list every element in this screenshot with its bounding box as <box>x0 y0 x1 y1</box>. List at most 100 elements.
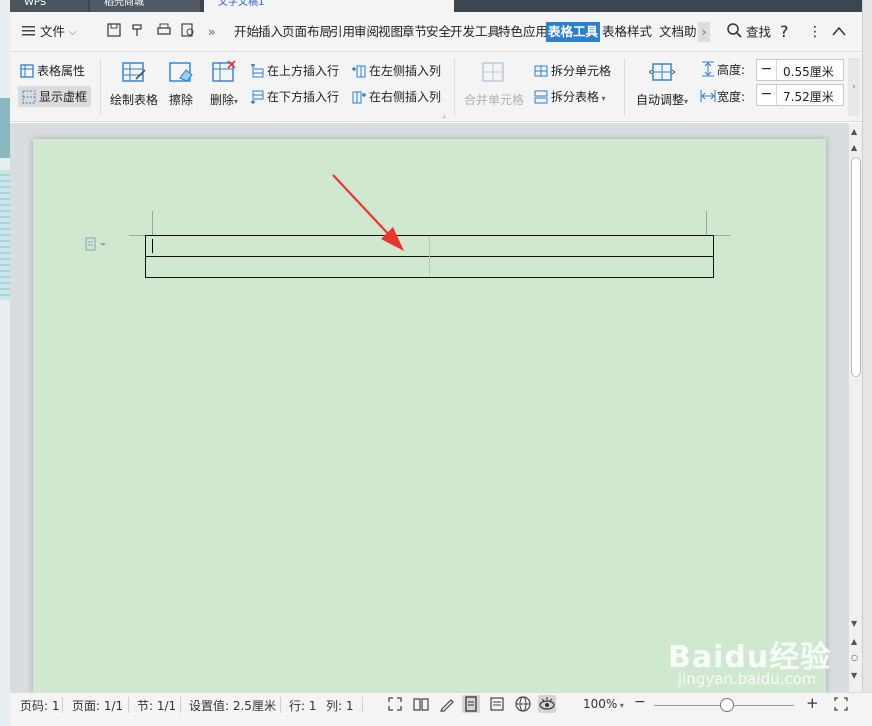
print-preview-icon[interactable] <box>180 22 196 42</box>
split-cells-button[interactable]: 拆分单元格 <box>534 62 611 79</box>
collapse-ribbon-button[interactable] <box>832 22 846 42</box>
row-height-decrease-button[interactable]: − <box>757 60 777 80</box>
insert-col-left-label: 在左侧插入列 <box>369 64 442 78</box>
status-setting-value[interactable]: 设置值: 2.5厘米 <box>189 697 276 714</box>
tab-table-style[interactable]: 表格样式 <box>602 22 652 42</box>
scroll-down-icon[interactable]: ▼ <box>851 671 857 680</box>
zoom-level-dropdown[interactable]: 100% ▾ <box>583 697 624 711</box>
row-height-input[interactable]: − 0.55厘米 <box>756 59 844 81</box>
col-width-input[interactable]: − 7.52厘米 <box>756 84 844 106</box>
insert-col-right-button[interactable]: 在右侧插入列 <box>352 88 441 105</box>
zoom-in-button[interactable]: + <box>806 694 819 712</box>
window-tab-document[interactable]: 文字文稿1 <box>204 0 454 12</box>
row-height-value[interactable]: 0.55厘米 <box>783 63 834 80</box>
paragraph-options-icon[interactable] <box>85 237 109 254</box>
tab-chapter[interactable]: 章节 <box>402 22 427 42</box>
dialog-launcher-icon[interactable]: ⌟ <box>442 110 446 119</box>
scroll-up-icon[interactable]: ▲ <box>851 637 857 646</box>
col-width-label-group: 宽度: <box>700 88 745 105</box>
scroll-down-icon[interactable]: ▼ <box>851 619 857 628</box>
col-width-decrease-button[interactable]: − <box>757 85 777 105</box>
insert-row-above-icon <box>250 64 264 78</box>
table-properties-button[interactable]: 表格属性 <box>20 62 85 79</box>
window-tab-wps[interactable]: WPS <box>10 0 88 12</box>
insert-row-below-button[interactable]: 在下方插入行 <box>250 88 339 105</box>
status-section[interactable]: 节: 1/1 <box>137 697 176 714</box>
ribbon-scroll-right[interactable]: › <box>848 58 860 116</box>
merge-cells-button[interactable]: 合并单元格 <box>462 60 526 116</box>
insert-col-left-button[interactable]: 在左侧插入列 <box>352 62 441 79</box>
document-table[interactable] <box>145 235 714 278</box>
col-width-label: 宽度: <box>717 90 746 104</box>
document-page[interactable] <box>33 139 826 699</box>
annotation-arrow-icon <box>332 174 404 251</box>
erase-button[interactable]: 擦除 <box>166 60 196 116</box>
zoom-slider-thumb[interactable] <box>720 698 734 712</box>
split-table-dropdown[interactable]: 拆分表格 ▾ <box>534 88 606 105</box>
tab-special-features[interactable]: 特色应用 <box>498 22 548 42</box>
tab-security[interactable]: 安全 <box>426 22 451 42</box>
insert-row-below-icon <box>250 90 264 104</box>
scroll-up-icon[interactable]: ▲ <box>851 127 857 136</box>
watermark-url: jingyan.baidu.com <box>678 670 817 688</box>
delete-label: 删除 <box>209 93 234 107</box>
draw-table-button[interactable]: 绘制表格 <box>108 60 160 116</box>
file-menu-label: 文件 <box>39 24 65 39</box>
tab-home[interactable]: 开始 <box>234 22 259 42</box>
tab-page-layout[interactable]: 页面布局 <box>282 22 332 42</box>
page-view-icon[interactable] <box>462 695 480 713</box>
search-button[interactable]: 查找 <box>726 22 771 42</box>
status-pages[interactable]: 页面: 1/1 <box>72 697 123 714</box>
show-gridlines-button[interactable]: 显示虚框 <box>18 86 92 107</box>
vertical-scrollbar[interactable]: ▲ ▲ ▼ ▲ ○ ▼ <box>848 123 862 692</box>
crop-mark <box>714 235 730 236</box>
format-painter-icon[interactable] <box>130 22 146 42</box>
ribbon-separator <box>624 58 625 116</box>
tab-table-tools[interactable]: 表格工具 <box>546 22 601 42</box>
insert-row-above-label: 在上方插入行 <box>267 64 340 78</box>
zoom-out-button[interactable]: − <box>634 694 646 710</box>
auto-fit-dropdown[interactable]: 自动调整▾ <box>632 60 692 116</box>
status-page-number[interactable]: 页码: 1 <box>20 697 60 714</box>
tab-view[interactable]: 视图 <box>378 22 403 42</box>
outline-view-icon[interactable] <box>488 695 506 713</box>
tab-insert[interactable]: 插入 <box>258 22 283 42</box>
hamburger-icon <box>22 23 36 43</box>
fullscreen-icon[interactable] <box>386 695 404 713</box>
delete-dropdown[interactable]: 删除▾ <box>206 60 242 116</box>
text-cursor <box>152 239 153 253</box>
pen-icon[interactable] <box>438 695 456 713</box>
tab-scroll-right[interactable]: › <box>698 22 710 42</box>
scroll-up-icon[interactable]: ▲ <box>851 143 857 152</box>
more-menu-button[interactable]: ⋮ <box>808 22 822 42</box>
gridlines-icon <box>22 90 36 104</box>
col-width-value[interactable]: 7.52厘米 <box>783 88 834 105</box>
ribbon-separator <box>454 58 455 116</box>
fit-page-icon[interactable] <box>832 695 850 713</box>
crop-mark <box>152 211 153 235</box>
eye-protection-icon[interactable] <box>538 695 556 713</box>
reading-mode-icon[interactable] <box>412 695 430 713</box>
status-bar: 页码: 1 页面: 1/1 节: 1/1 设置值: 2.5厘米 行: 1 列: … <box>10 692 872 726</box>
crop-mark <box>129 235 145 236</box>
print-icon[interactable] <box>156 22 172 42</box>
tab-doc-assistant[interactable]: 文档助 <box>659 22 697 42</box>
more-commands-icon[interactable]: » <box>208 22 216 42</box>
insert-row-above-button[interactable]: 在上方插入行 <box>250 62 339 79</box>
save-icon[interactable] <box>106 22 122 42</box>
file-menu-button[interactable]: 文件 ⌵ <box>22 22 77 42</box>
tab-review[interactable]: 审阅 <box>354 22 379 42</box>
status-row: 行: 1 <box>289 699 317 713</box>
tab-developer[interactable]: 开发工具 <box>450 22 500 42</box>
draw-table-label: 绘制表格 <box>109 93 158 107</box>
delete-table-icon <box>211 60 237 87</box>
background-decoration <box>0 98 10 158</box>
page-nav-icon[interactable]: ○ <box>851 653 858 662</box>
tab-references[interactable]: 引用 <box>330 22 355 42</box>
window-tab-store[interactable]: 稻壳商城 <box>90 0 200 12</box>
auto-fit-label: 自动调整 <box>635 93 684 107</box>
scrollbar-thumb[interactable] <box>851 157 861 377</box>
help-button[interactable]: ? <box>780 22 789 42</box>
web-view-icon[interactable] <box>514 695 532 713</box>
window-edge <box>862 0 872 726</box>
